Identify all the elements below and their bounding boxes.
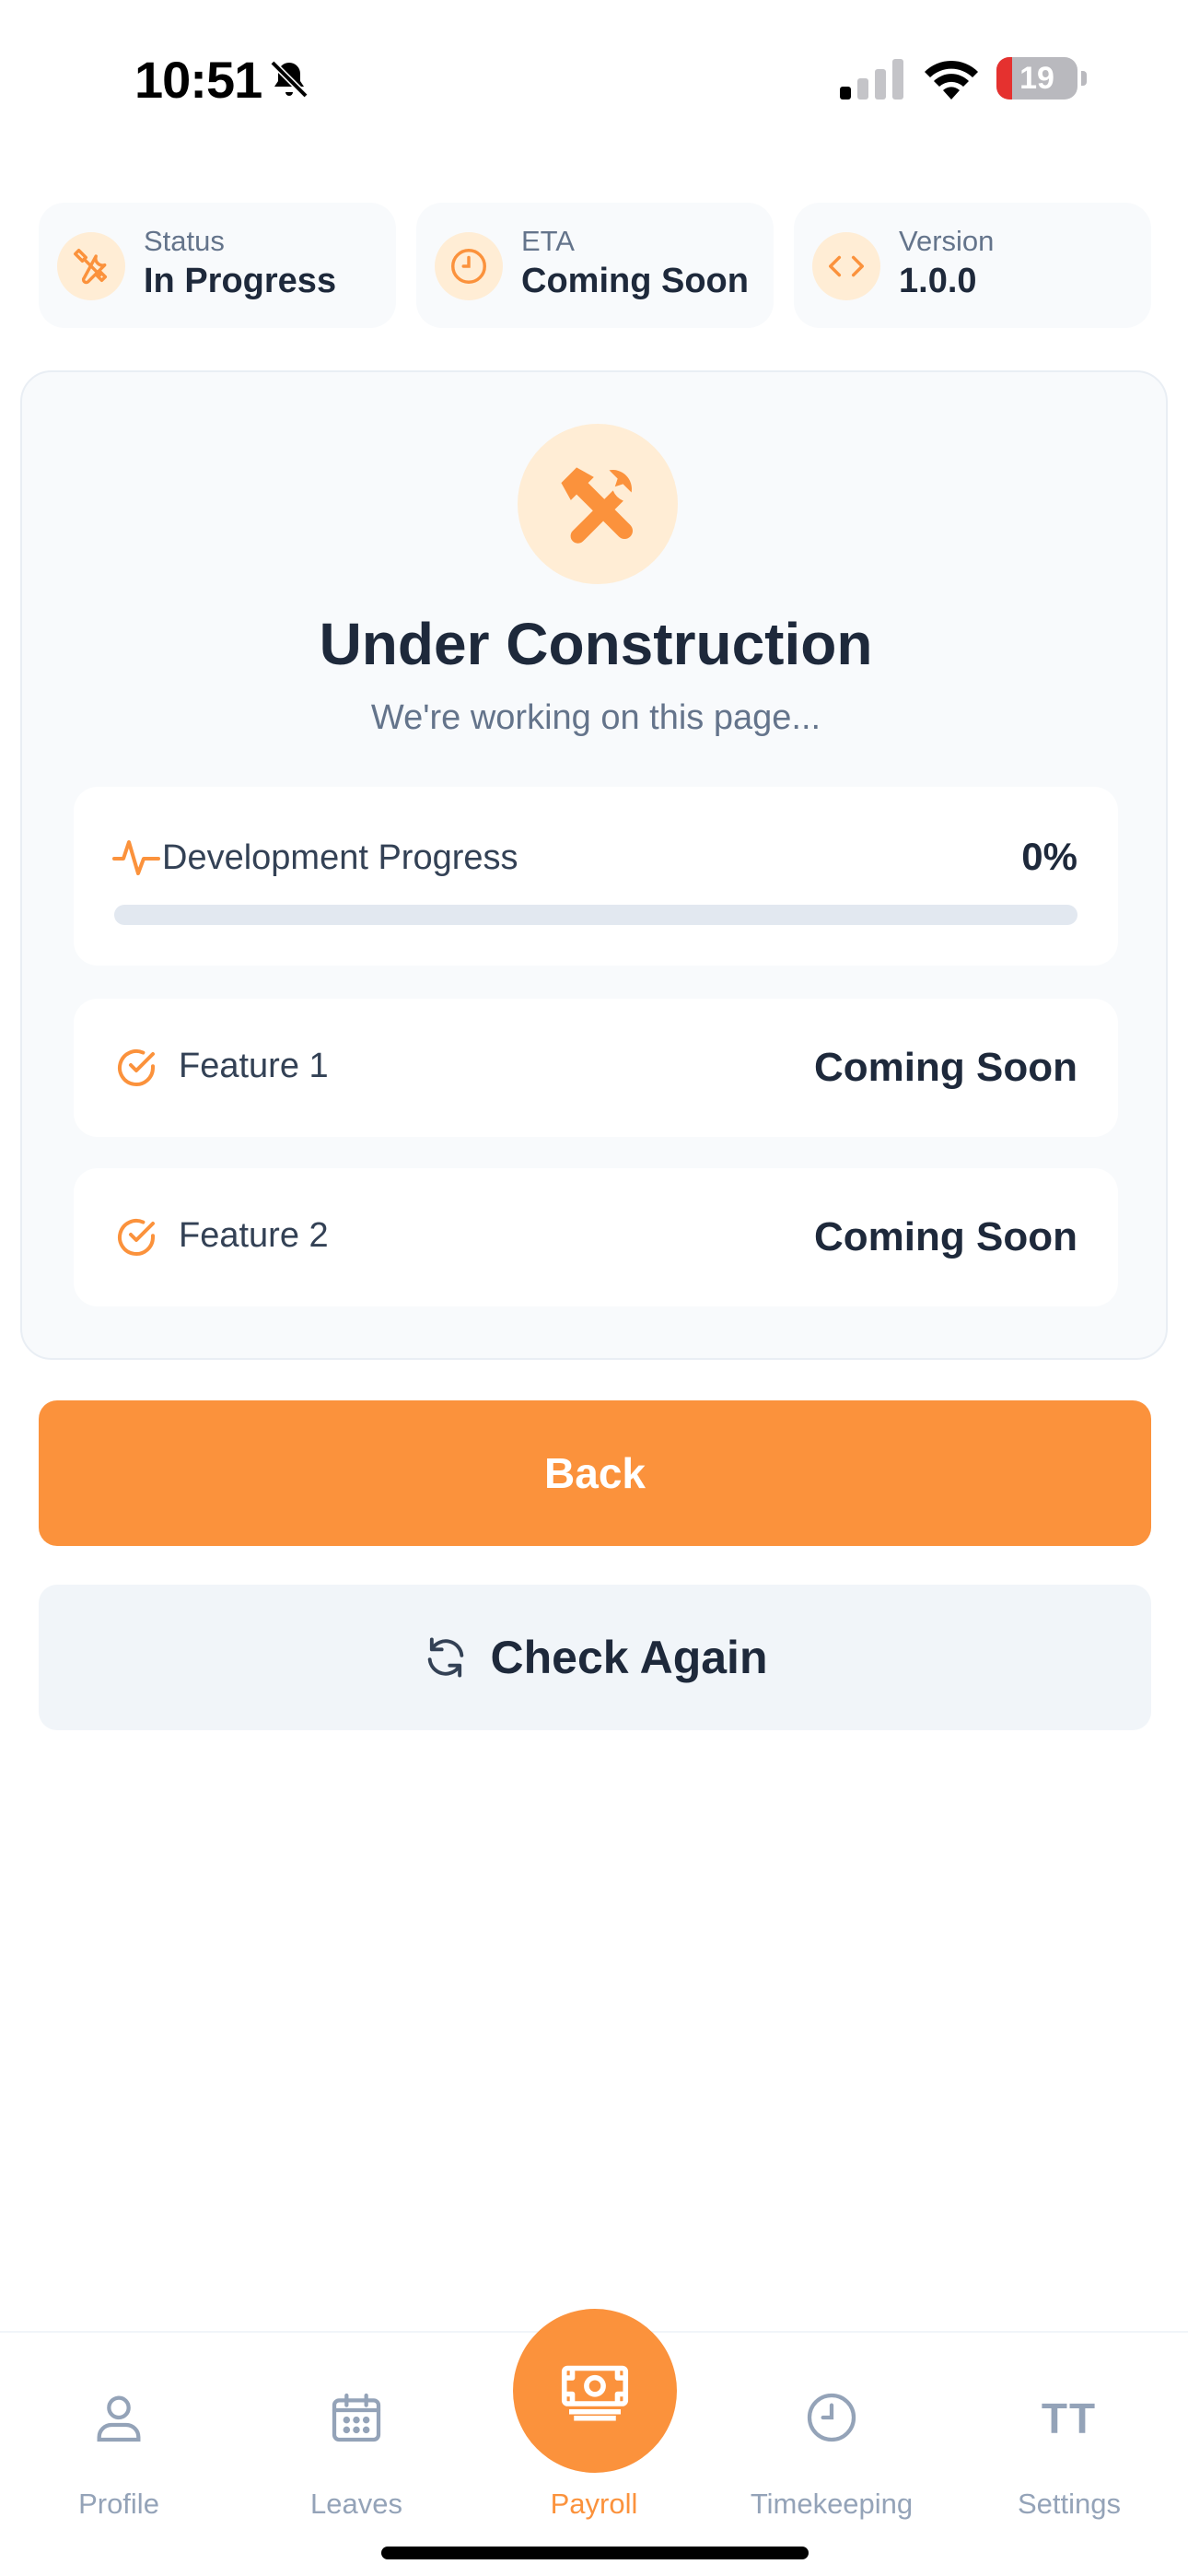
activity-icon xyxy=(112,840,160,875)
battery-level: 19 xyxy=(1019,61,1054,96)
check-again-label: Check Again xyxy=(490,1632,768,1683)
nav-label: Profile xyxy=(78,2488,159,2520)
progress-track xyxy=(114,905,1077,925)
feature-status: Coming Soon xyxy=(814,1214,1077,1259)
check-circle-icon xyxy=(118,1049,155,1086)
bell-muted-icon xyxy=(270,60,309,99)
bottom-nav: Profile Leaves Payroll Timekeeping TT Se… xyxy=(0,2309,1188,2576)
check-again-button[interactable]: Check Again xyxy=(39,1585,1151,1730)
info-label: ETA xyxy=(521,225,575,257)
tools-icon xyxy=(74,249,108,285)
wifi-icon xyxy=(925,60,978,100)
hammer-wrench-icon xyxy=(561,467,634,544)
back-button[interactable]: Back xyxy=(39,1400,1151,1546)
nav-label: Payroll xyxy=(550,2488,638,2520)
battery-indicator: 19 xyxy=(996,57,1087,100)
status-bar: 10:51 19 xyxy=(0,0,1188,157)
feature-card: Feature 2 Coming Soon xyxy=(74,1168,1118,1306)
status-time: 10:51 xyxy=(134,51,262,109)
page-subtitle: We're working on this page... xyxy=(370,698,821,737)
money-icon xyxy=(561,2365,629,2421)
hero-icon-circle xyxy=(518,424,678,584)
nav-label: Leaves xyxy=(310,2488,402,2520)
info-value: In Progress xyxy=(144,262,337,300)
nav-label: Settings xyxy=(1017,2488,1121,2520)
info-label: Version xyxy=(899,225,995,257)
nav-item-leaves[interactable]: Leaves xyxy=(238,2333,475,2535)
code-icon xyxy=(829,255,864,277)
info-label: Status xyxy=(144,225,225,257)
page-title: Under Construction xyxy=(319,611,873,677)
payroll-fab[interactable] xyxy=(513,2309,677,2473)
feature-name: Feature 1 xyxy=(179,1047,329,1085)
info-card-version: Version 1.0.0 xyxy=(794,203,1151,328)
info-card-status: Status In Progress xyxy=(39,203,396,328)
info-value: 1.0.0 xyxy=(899,262,977,300)
home-indicator[interactable] xyxy=(381,2547,809,2559)
progress-card: Development Progress 0% xyxy=(74,787,1118,966)
nav-item-profile[interactable]: Profile xyxy=(0,2333,238,2535)
signal-icon xyxy=(840,59,903,100)
person-icon xyxy=(97,2395,141,2442)
settings-icon: TT xyxy=(1041,2395,1098,2442)
feature-name: Feature 2 xyxy=(179,1216,329,1255)
check-circle-icon xyxy=(118,1219,155,1256)
nav-item-payroll[interactable]: Payroll xyxy=(475,2309,713,2535)
feature-card: Feature 1 Coming Soon xyxy=(74,999,1118,1137)
clock-icon xyxy=(451,249,486,284)
nav-label: Timekeeping xyxy=(750,2488,914,2520)
feature-status: Coming Soon xyxy=(814,1045,1077,1090)
clock-icon xyxy=(807,2393,856,2442)
construction-panel: Under Construction We're working on this… xyxy=(20,370,1168,1360)
screen: 10:51 19 Status In Progress ETA Coming S… xyxy=(0,0,1188,2576)
info-value: Coming Soon xyxy=(521,262,749,300)
nav-item-settings[interactable]: TT Settings xyxy=(950,2333,1188,2535)
info-card-eta: ETA Coming Soon xyxy=(416,203,774,328)
progress-label: Development Progress xyxy=(162,838,518,877)
progress-value: 0% xyxy=(1021,835,1077,878)
calendar-icon xyxy=(332,2393,381,2442)
refresh-icon xyxy=(428,1637,464,1678)
nav-item-timekeeping[interactable]: Timekeeping xyxy=(713,2333,950,2535)
